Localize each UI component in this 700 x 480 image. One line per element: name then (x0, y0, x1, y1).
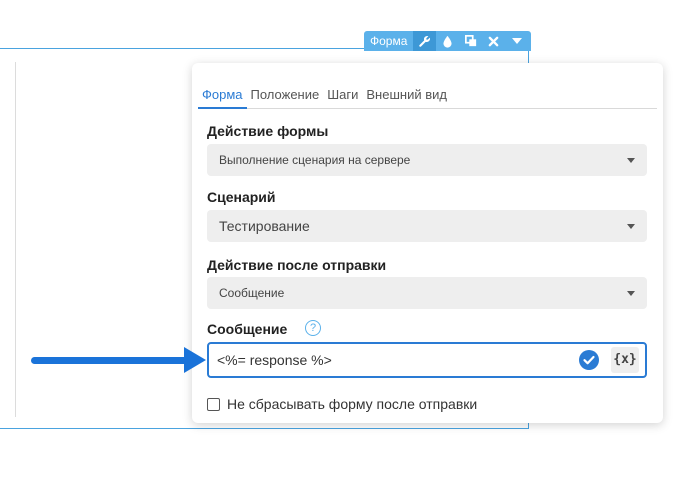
drop-icon (443, 35, 452, 48)
more-button[interactable] (505, 31, 528, 51)
no-reset-label: Не сбрасывать форму после отправки (227, 396, 478, 412)
pointer-arrow-shaft (31, 357, 191, 364)
wrench-icon (419, 35, 431, 47)
scenario-value: Тестирование (219, 218, 310, 234)
after-submit-select[interactable]: Сообщение (207, 277, 647, 309)
form-action-label: Действие формы (207, 123, 329, 139)
chevron-down-icon (627, 224, 635, 229)
help-icon[interactable]: ? (305, 320, 321, 336)
no-reset-option[interactable]: Не сбрасывать форму после отправки (207, 396, 477, 412)
after-submit-value: Сообщение (219, 286, 285, 300)
settings-tabs: Форма Положение Шаги Внешний вид (198, 85, 657, 109)
element-toolbar: Форма (364, 31, 531, 51)
settings-button[interactable] (413, 31, 437, 51)
tab-form[interactable]: Форма (198, 85, 247, 109)
tab-steps[interactable]: Шаги (323, 85, 362, 109)
chevron-down-icon (627, 158, 635, 163)
scenario-label: Сценарий (207, 189, 276, 205)
after-submit-label: Действие после отправки (207, 257, 387, 273)
message-label: Сообщение (207, 321, 288, 337)
tab-position[interactable]: Положение (247, 85, 324, 109)
chevron-down-icon (627, 291, 635, 296)
delete-button[interactable] (482, 31, 505, 51)
form-action-value: Выполнение сценария на сервере (219, 153, 411, 167)
insert-variable-button[interactable]: {x} (611, 347, 639, 373)
toolbar-label[interactable]: Форма (364, 31, 413, 51)
form-action-select[interactable]: Выполнение сценария на сервере (207, 144, 647, 176)
pointer-arrow-icon (184, 347, 206, 373)
checkmark-glyph (583, 355, 595, 365)
tab-appearance[interactable]: Внешний вид (362, 85, 451, 109)
message-input[interactable] (217, 344, 577, 376)
caret-down-icon (511, 37, 522, 44)
form-inner-border (15, 62, 16, 417)
duplicate-button[interactable] (459, 31, 482, 51)
copy-icon (464, 35, 477, 47)
scenario-select[interactable]: Тестирование (207, 210, 647, 242)
no-reset-checkbox[interactable] (207, 397, 220, 411)
check-icon[interactable] (579, 350, 599, 370)
style-button[interactable] (436, 31, 459, 51)
close-icon (489, 36, 499, 46)
message-field[interactable]: {x} (207, 342, 647, 378)
